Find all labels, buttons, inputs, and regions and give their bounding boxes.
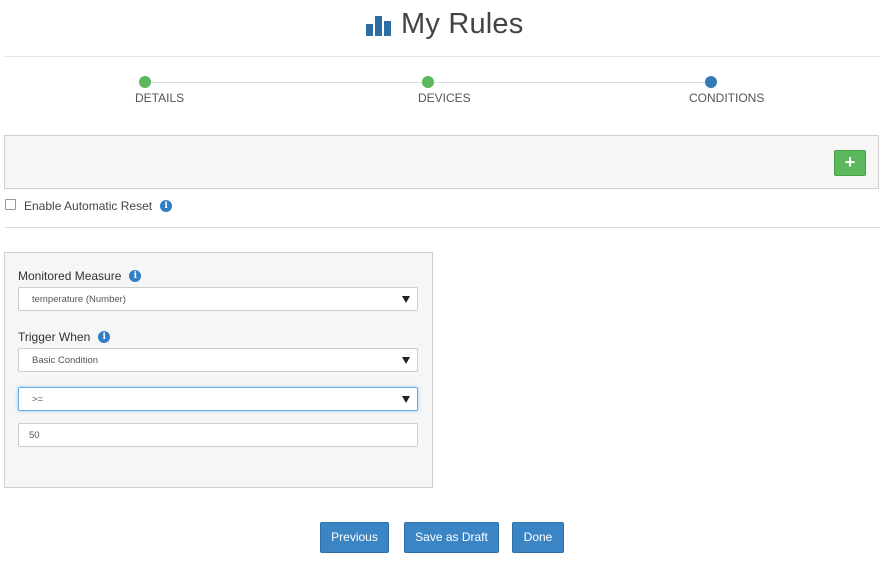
step-conditions-dot[interactable]	[705, 76, 717, 88]
monitored-measure-label: Monitored Measure i	[18, 269, 142, 283]
operator-value: >=	[32, 394, 44, 405]
stepper-line	[151, 82, 717, 83]
step-devices-label[interactable]: DEVICES	[418, 91, 471, 105]
step-details-dot[interactable]	[139, 76, 151, 88]
threshold-input[interactable]: 50	[18, 423, 418, 447]
save-draft-button[interactable]: Save as Draft	[404, 522, 499, 553]
done-button[interactable]: Done	[512, 522, 564, 553]
previous-button[interactable]: Previous	[320, 522, 389, 553]
trigger-when-select[interactable]: Basic Condition	[18, 348, 418, 372]
info-icon[interactable]: i	[129, 270, 142, 282]
monitored-measure-value: temperature (Number)	[32, 294, 126, 305]
title-wrap: My Rules	[366, 8, 523, 41]
info-icon[interactable]: i	[98, 331, 111, 343]
trigger-when-value: Basic Condition	[32, 355, 99, 366]
automatic-reset-row: Enable Automatic Reset i	[5, 198, 173, 213]
monitored-measure-text: Monitored Measure	[18, 269, 122, 283]
condition-panel: Monitored Measure i temperature (Number)…	[4, 252, 433, 488]
conditions-bar: +	[4, 135, 879, 189]
header-divider	[5, 56, 880, 57]
step-details-label[interactable]: DETAILS	[135, 91, 184, 105]
wizard-stepper: DETAILS DEVICES CONDITIONS	[0, 72, 891, 112]
trigger-when-text: Trigger When	[18, 330, 91, 344]
chevron-down-icon	[402, 357, 410, 364]
step-devices-dot[interactable]	[422, 76, 434, 88]
trigger-when-label: Trigger When i	[18, 330, 111, 344]
automatic-reset-label[interactable]: Enable Automatic Reset	[24, 199, 152, 213]
step-conditions-label[interactable]: CONDITIONS	[689, 91, 764, 105]
threshold-value: 50	[29, 430, 40, 441]
add-condition-button[interactable]: +	[834, 150, 866, 176]
bar-chart-icon	[366, 14, 393, 36]
page-title: My Rules	[401, 8, 524, 40]
info-icon[interactable]: i	[160, 200, 173, 212]
plus-icon: +	[844, 152, 856, 172]
chevron-down-icon	[402, 396, 410, 403]
operator-select[interactable]: >=	[18, 387, 418, 411]
chevron-down-icon	[402, 296, 410, 303]
page-header: My Rules	[0, 0, 891, 56]
section-divider	[5, 227, 880, 228]
monitored-measure-select[interactable]: temperature (Number)	[18, 287, 418, 311]
automatic-reset-checkbox[interactable]	[5, 198, 16, 210]
